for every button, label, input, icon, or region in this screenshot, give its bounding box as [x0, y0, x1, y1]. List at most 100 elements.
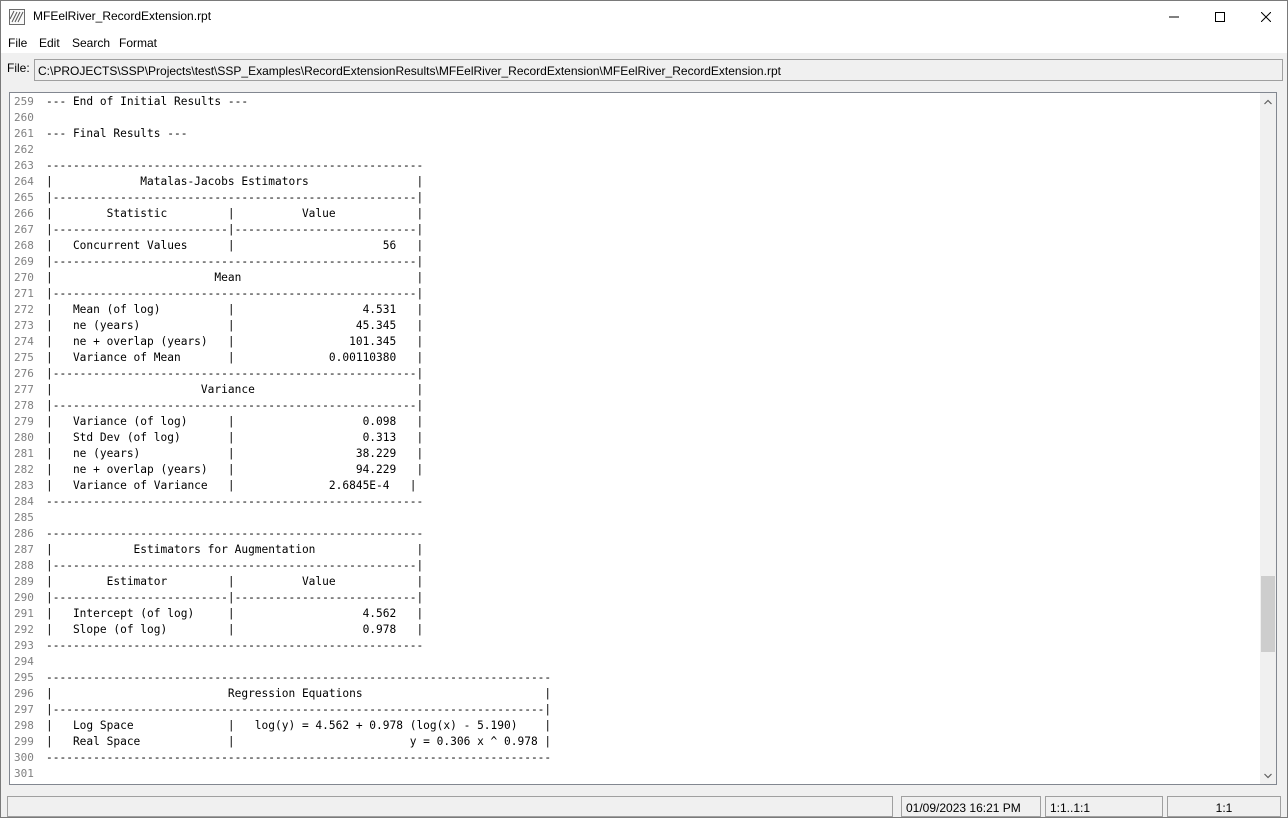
line-number: 274	[14, 335, 34, 348]
report-line: |---------------------------------------…	[46, 191, 424, 204]
line-number: 301	[14, 767, 34, 780]
report-line: --- End of Initial Results ---	[46, 95, 249, 108]
close-button[interactable]	[1243, 1, 1288, 32]
report-line: ----------------------------------------…	[46, 751, 552, 764]
line-number: 277	[14, 383, 34, 396]
line-number: 286	[14, 527, 34, 540]
report-line: |---------------------------------------…	[46, 367, 424, 380]
line-number: 268	[14, 239, 34, 252]
report-line: | Regression Equations |	[46, 687, 552, 700]
menu-file[interactable]: File	[8, 36, 27, 50]
line-number: 296	[14, 687, 34, 700]
status-message-pane	[7, 796, 893, 817]
report-line: | ne + overlap (years) | 94.229 |	[46, 463, 424, 476]
line-number: 298	[14, 719, 34, 732]
line-number: 290	[14, 591, 34, 604]
line-number: 270	[14, 271, 34, 284]
report-line: | ne (years) | 45.345 |	[46, 319, 424, 332]
report-line: | Mean |	[46, 271, 424, 284]
report-line: | Matalas-Jacobs Estimators |	[46, 175, 424, 188]
line-number: 297	[14, 703, 34, 716]
scroll-up-button[interactable]	[1260, 93, 1276, 110]
report-line: ----------------------------------------…	[46, 527, 424, 540]
line-number: 300	[14, 751, 34, 764]
menu-search[interactable]: Search	[72, 36, 110, 50]
line-number-gutter: 259 260 261 262 263 264 265 266 267 268 269 270 271 2…	[10, 93, 44, 784]
line-number: 287	[14, 543, 34, 556]
vertical-scrollbar[interactable]	[1260, 93, 1276, 784]
scroll-thumb[interactable]	[1261, 576, 1275, 652]
line-number: 285	[14, 511, 34, 524]
report-line: ----------------------------------------…	[46, 159, 424, 172]
report-line: | Variance |	[46, 383, 424, 396]
report-line: |---------------------------------------…	[46, 703, 552, 716]
line-number: 267	[14, 223, 34, 236]
report-line: | Intercept (of log) | 4.562 |	[46, 607, 424, 620]
report-line: ----------------------------------------…	[46, 671, 552, 684]
report-line: | Estimator | Value |	[46, 575, 424, 588]
report-line: | Variance of Mean | 0.00110380 |	[46, 351, 424, 364]
report-line: | Mean (of log) | 4.531 |	[46, 303, 424, 316]
minimize-icon	[1169, 16, 1179, 17]
maximize-button[interactable]	[1197, 1, 1243, 32]
title-bar[interactable]: MFEelRiver_RecordExtension.rpt	[1, 1, 1287, 32]
line-number: 273	[14, 319, 34, 332]
line-number: 266	[14, 207, 34, 220]
report-file-icon	[9, 9, 25, 25]
line-number: 275	[14, 351, 34, 364]
report-line: |---------------------------------------…	[46, 287, 424, 300]
report-line: | Variance (of log) | 0.098 |	[46, 415, 424, 428]
line-number: 295	[14, 671, 34, 684]
line-number: 260	[14, 111, 34, 124]
report-line: | ne (years) | 38.229 |	[46, 447, 424, 460]
report-line: ----------------------------------------…	[46, 639, 424, 652]
report-text-area[interactable]: --- End of Initial Results --- --- Final …	[46, 93, 1258, 784]
line-number: 280	[14, 431, 34, 444]
status-cursor-position: 1:1	[1167, 796, 1281, 817]
report-line: |--------------------------|------------…	[46, 223, 424, 236]
report-line: | Log Space | log(y) = 4.562 + 0.978 (lo…	[46, 719, 552, 732]
maximize-icon	[1215, 11, 1225, 22]
line-number: 259	[14, 95, 34, 108]
report-line: |--------------------------|------------…	[46, 591, 424, 604]
report-line: | Statistic | Value |	[46, 207, 424, 220]
menu-bar: File Edit Search Format	[1, 32, 1287, 53]
file-label: File:	[7, 61, 30, 75]
chevron-down-icon	[1264, 773, 1272, 778]
report-line: | Estimators for Augmentation |	[46, 543, 424, 556]
line-number: 289	[14, 575, 34, 588]
report-line: | Real Space | y = 0.306 x ^ 0.978 |	[46, 735, 552, 748]
window-title: MFEelRiver_RecordExtension.rpt	[33, 9, 212, 23]
line-number: 269	[14, 255, 34, 268]
line-number: 263	[14, 159, 34, 172]
menu-format[interactable]: Format	[119, 36, 157, 50]
file-path-field[interactable]: C:\PROJECTS\SSP\Projects\test\SSP_Exampl…	[34, 59, 1283, 81]
line-number: 278	[14, 399, 34, 412]
report-viewer-window: MFEelRiver_RecordExtension.rpt File Edit…	[0, 0, 1288, 818]
minimize-button[interactable]	[1151, 1, 1197, 32]
line-number: 284	[14, 495, 34, 508]
line-number: 293	[14, 639, 34, 652]
line-number: 271	[14, 287, 34, 300]
report-line: ----------------------------------------…	[46, 495, 424, 508]
line-number: 265	[14, 191, 34, 204]
line-number: 291	[14, 607, 34, 620]
report-line: | Std Dev (of log) | 0.313 |	[46, 431, 424, 444]
report-text-editor[interactable]: 259 260 261 262 263 264 265 266 267 268 269 270 271 2…	[9, 92, 1277, 785]
chevron-up-icon	[1264, 99, 1272, 104]
report-line: |---------------------------------------…	[46, 399, 424, 412]
close-icon	[1261, 11, 1271, 22]
status-datetime: 01/09/2023 16:21 PM	[901, 796, 1041, 817]
line-number: 283	[14, 479, 34, 492]
file-path-bar: File: C:\PROJECTS\SSP\Projects\test\SSP_…	[1, 53, 1287, 89]
menu-edit[interactable]: Edit	[39, 36, 60, 50]
report-line: | Slope (of log) | 0.978 |	[46, 623, 424, 636]
line-number: 276	[14, 367, 34, 380]
line-number: 292	[14, 623, 34, 636]
line-number: 282	[14, 463, 34, 476]
line-number: 272	[14, 303, 34, 316]
scroll-down-button[interactable]	[1260, 767, 1276, 784]
report-line: --- Final Results ---	[46, 127, 188, 140]
status-selection: 1:1..1:1	[1045, 796, 1163, 817]
line-number: 288	[14, 559, 34, 572]
